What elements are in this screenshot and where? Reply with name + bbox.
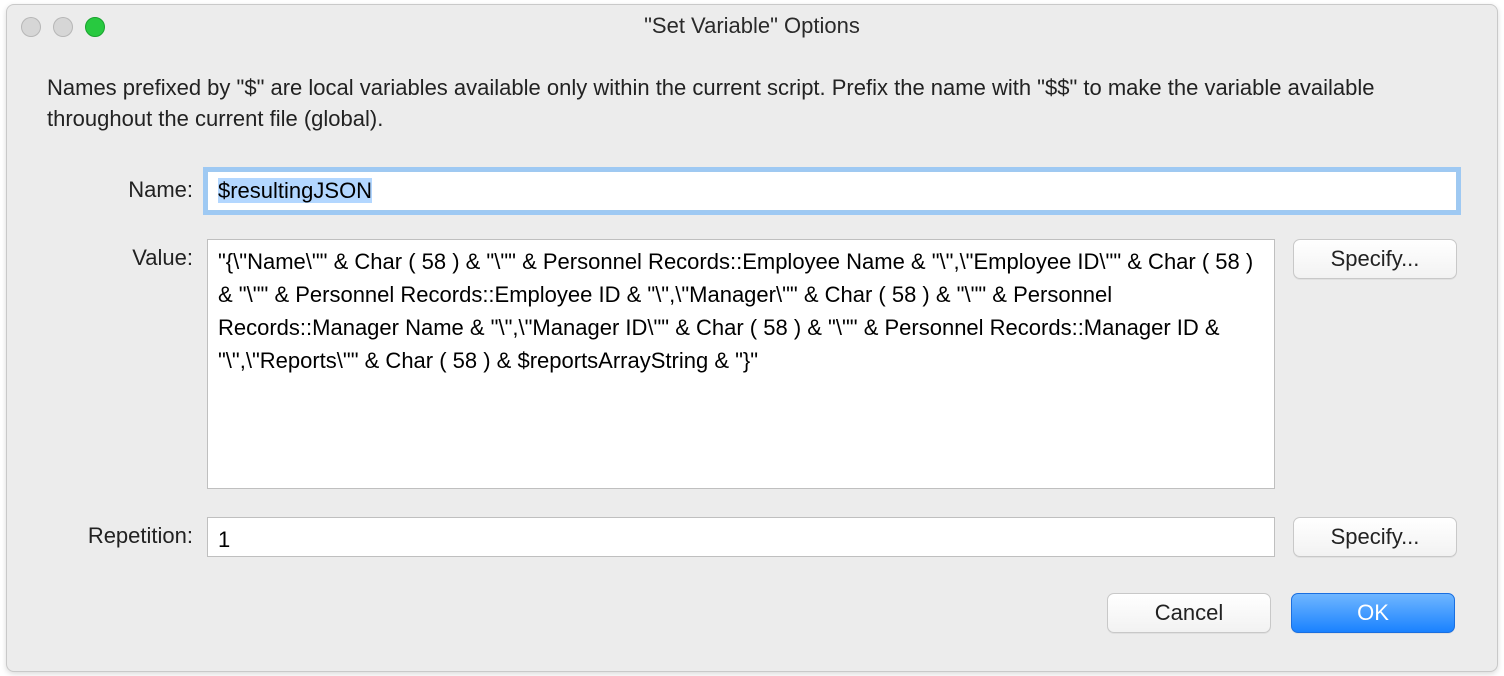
window-title: "Set Variable" Options: [644, 11, 860, 39]
zoom-window-button[interactable]: [85, 17, 105, 37]
value-label: Value:: [47, 239, 207, 271]
repetition-row: Repetition: 1 Specify...: [47, 517, 1457, 557]
close-window-button[interactable]: [21, 17, 41, 37]
repetition-label: Repetition:: [47, 517, 207, 549]
value-row: Value: "{\"Name\"" & Char ( 58 ) & "\"" …: [47, 239, 1457, 489]
name-label: Name:: [47, 171, 207, 203]
value-input-col: "{\"Name\"" & Char ( 58 ) & "\"" & Perso…: [207, 239, 1275, 489]
cancel-button[interactable]: Cancel: [1107, 593, 1271, 633]
value-display: "{\"Name\"" & Char ( 58 ) & "\"" & Perso…: [207, 239, 1275, 489]
titlebar: "Set Variable" Options: [7, 5, 1497, 45]
name-input-value: $resultingJSON: [218, 178, 372, 203]
form-area: Name: $resultingJSON Value: "{\"Name\"" …: [47, 171, 1457, 585]
dialog-content: Names prefixed by "$" are local variable…: [7, 45, 1497, 671]
name-row: Name: $resultingJSON: [47, 171, 1457, 211]
minimize-window-button[interactable]: [53, 17, 73, 37]
repetition-display: 1: [207, 517, 1275, 557]
repetition-controls: 1 Specify...: [207, 517, 1457, 557]
dialog-footer: Cancel OK: [47, 585, 1457, 651]
name-input-col: $resultingJSON: [207, 171, 1457, 211]
repetition-specify-button[interactable]: Specify...: [1293, 517, 1457, 557]
dialog-window: "Set Variable" Options Names prefixed by…: [6, 4, 1498, 672]
description-text: Names prefixed by "$" are local variable…: [47, 73, 1457, 135]
value-specify-button[interactable]: Specify...: [1293, 239, 1457, 279]
name-input[interactable]: $resultingJSON: [207, 171, 1457, 211]
ok-button[interactable]: OK: [1291, 593, 1455, 633]
repetition-input-col: 1: [207, 517, 1275, 557]
window-controls: [21, 17, 105, 37]
name-controls: $resultingJSON: [207, 171, 1457, 211]
value-controls: "{\"Name\"" & Char ( 58 ) & "\"" & Perso…: [207, 239, 1457, 489]
